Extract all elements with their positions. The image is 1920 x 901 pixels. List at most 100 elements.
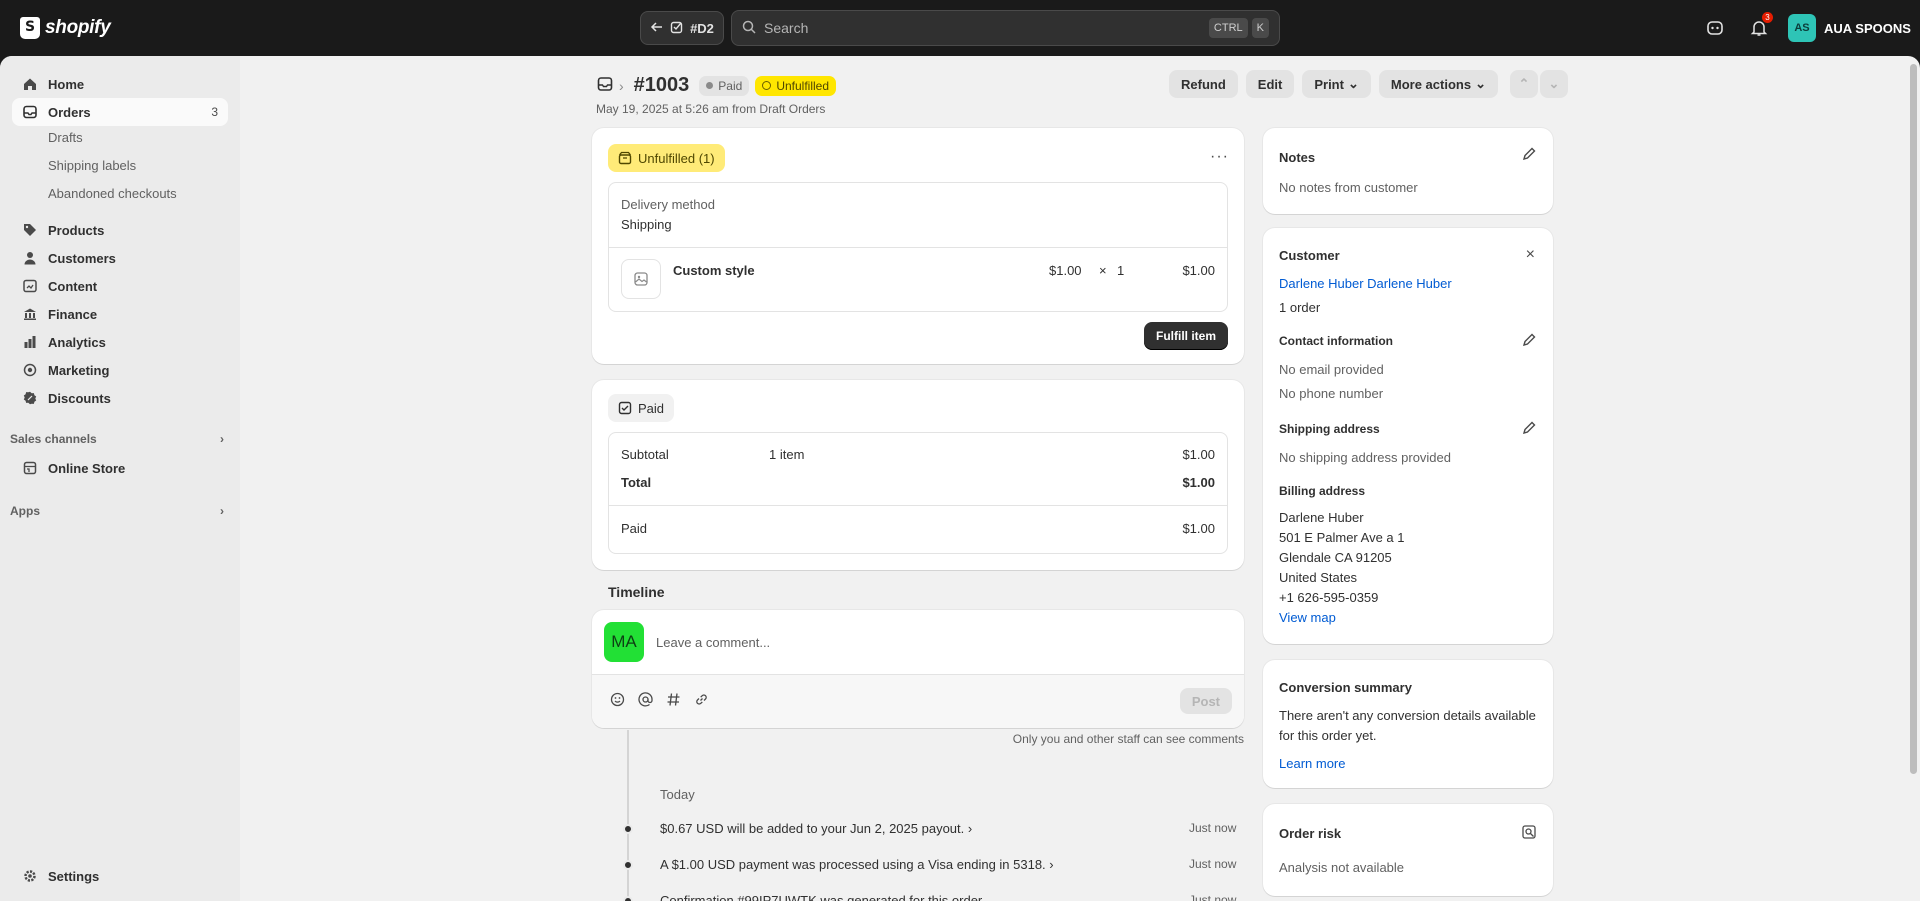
- timeline-event[interactable]: $0.67 USD will be added to your Jun 2, 2…: [660, 821, 972, 836]
- sidebar-subitem-drafts[interactable]: Drafts: [48, 130, 83, 145]
- billing-line: Darlene Huber: [1279, 510, 1364, 525]
- sidekick-icon[interactable]: [1703, 16, 1727, 40]
- sidebar-item-orders[interactable]: Orders 3: [12, 98, 228, 126]
- sidebar-item-label: Finance: [48, 306, 98, 322]
- timeline-event-time: Just now: [1189, 893, 1237, 901]
- search-placeholder: Search: [764, 20, 809, 36]
- post-comment-button[interactable]: Post: [1179, 688, 1232, 714]
- orders-inbox-icon[interactable]: [597, 76, 613, 95]
- sidebar-item-online-store[interactable]: Online Store: [12, 454, 228, 482]
- payment-status-badge: Paid: [699, 75, 750, 96]
- print-button[interactable]: Print ⌄: [1302, 70, 1371, 98]
- shortcut-k: K: [1251, 18, 1269, 38]
- remove-customer-close-icon[interactable]: ×: [1526, 246, 1535, 264]
- timeline-event[interactable]: Confirmation #99IP7UWTK was generated fo…: [660, 893, 985, 901]
- hashtag-icon[interactable]: [666, 692, 681, 710]
- chevron-right-icon: ›: [220, 504, 224, 518]
- order-risk-card: Order risk Analysis not available: [1263, 804, 1553, 896]
- next-order-button[interactable]: ⌄: [1539, 70, 1568, 98]
- risk-analysis-icon[interactable]: [1521, 824, 1537, 840]
- sidebar-item-finance[interactable]: Finance: [12, 300, 228, 328]
- sidebar-item-products[interactable]: Products: [12, 216, 228, 244]
- billing-line: United States: [1279, 570, 1358, 585]
- bank-icon: [22, 306, 38, 322]
- search-icon: [742, 20, 756, 37]
- total-label: Total: [621, 475, 652, 490]
- sidebar-item-label: Online Store: [48, 460, 126, 476]
- edit-pencil-icon[interactable]: [1521, 146, 1537, 162]
- sidebar-item-content[interactable]: Content: [12, 272, 228, 300]
- total-value: $1.00: [1182, 475, 1215, 490]
- comment-input[interactable]: Leave a comment...: [656, 635, 770, 650]
- staff-avatar: MA: [604, 622, 644, 662]
- content-icon: [22, 278, 38, 294]
- back-label: #D2: [690, 20, 714, 36]
- line-item-quantity: 1: [1117, 263, 1125, 278]
- customer-name-link[interactable]: Darlene Huber Darlene Huber: [1279, 276, 1452, 291]
- sidebar: Home Orders 3 Drafts Shipping labels Aba…: [0, 56, 240, 901]
- back-to-draft-button[interactable]: #D2: [640, 11, 724, 45]
- timeline-day-label: Today: [660, 787, 695, 802]
- billing-address-title: Billing address: [1279, 484, 1366, 498]
- chevron-down-icon: ⌄: [1475, 76, 1486, 91]
- fulfill-item-button[interactable]: Fulfill item: [1144, 322, 1228, 350]
- edit-pencil-icon[interactable]: [1521, 420, 1537, 436]
- sidebar-item-discounts[interactable]: Discounts: [12, 384, 228, 412]
- sidebar-item-label: Marketing: [48, 362, 110, 378]
- delivery-method-label: Delivery method: [621, 197, 715, 212]
- sidebar-item-customers[interactable]: Customers: [12, 244, 228, 272]
- line-item-total: $1.00: [1182, 263, 1215, 278]
- sidebar-item-settings[interactable]: Settings: [12, 862, 228, 890]
- learn-more-link[interactable]: Learn more: [1279, 756, 1345, 771]
- sidebar-subitem-shipping-labels[interactable]: Shipping labels: [48, 158, 136, 173]
- sidebar-item-analytics[interactable]: Analytics: [12, 328, 228, 356]
- timeline-event-time: Just now: [1189, 821, 1237, 835]
- shortcut-ctrl: CTRL: [1208, 18, 1248, 38]
- brand-name: shopify: [45, 17, 111, 38]
- line-item-multiplier: ×: [1099, 263, 1107, 278]
- breadcrumb-chevron-icon: ›: [619, 77, 624, 94]
- timeline-event-time: Just now: [1189, 857, 1237, 871]
- shipping-address-title: Shipping address: [1279, 422, 1380, 436]
- account-menu[interactable]: AS AUA SPOONS: [1788, 14, 1911, 42]
- product-image-placeholder-icon[interactable]: [621, 259, 661, 299]
- shopify-logo[interactable]: shopify: [20, 16, 111, 40]
- unfulfilled-card: Unfulfilled (1) ··· Delivery method Ship…: [592, 128, 1244, 364]
- scrollbar[interactable]: [1910, 64, 1917, 774]
- tag-icon: [22, 222, 38, 238]
- sidebar-item-label: Settings: [48, 868, 100, 884]
- sidebar-subitem-abandoned-checkouts[interactable]: Abandoned checkouts: [48, 186, 177, 201]
- refund-button[interactable]: Refund: [1169, 70, 1238, 98]
- emoji-icon[interactable]: [610, 692, 625, 710]
- home-icon: [22, 76, 38, 92]
- edit-button[interactable]: Edit: [1245, 70, 1295, 98]
- staff-visibility-note: Only you and other staff can see comment…: [1012, 732, 1244, 746]
- search-input[interactable]: Search CTRL K: [731, 10, 1280, 46]
- store-name: AUA SPOONS: [1824, 20, 1911, 36]
- previous-order-button[interactable]: ⌃: [1509, 70, 1538, 98]
- more-options-icon[interactable]: ···: [1210, 148, 1229, 166]
- sidebar-item-marketing[interactable]: Marketing: [12, 356, 228, 384]
- line-item-name[interactable]: Custom style: [673, 263, 755, 278]
- timeline-event-dot: [623, 896, 633, 901]
- delivery-method-value: Shipping: [621, 217, 672, 232]
- mention-icon[interactable]: [638, 692, 653, 710]
- more-actions-button[interactable]: More actions ⌄: [1378, 70, 1498, 98]
- chevron-down-icon: ⌄: [1548, 76, 1560, 91]
- edit-pencil-icon[interactable]: [1521, 332, 1537, 348]
- subtotal-value: $1.00: [1182, 447, 1215, 462]
- sales-channels-section[interactable]: Sales channels ›: [10, 432, 224, 446]
- order-risk-text: Analysis not available: [1279, 860, 1405, 875]
- chevron-up-icon: ⌃: [1518, 76, 1530, 91]
- timeline-event[interactable]: A $1.00 USD payment was processed using …: [660, 857, 1054, 872]
- conversion-text: There aren't any conversion details avai…: [1279, 708, 1536, 743]
- view-map-link[interactable]: View map: [1279, 610, 1336, 625]
- sidebar-item-home[interactable]: Home: [12, 70, 228, 98]
- apps-section[interactable]: Apps ›: [10, 504, 224, 518]
- timeline-title: Timeline: [608, 584, 665, 600]
- timeline-event-dot: [623, 860, 633, 870]
- notification-bell-icon[interactable]: 3: [1747, 12, 1773, 40]
- order-subtitle: May 19, 2025 at 5:26 am from Draft Order…: [596, 102, 826, 116]
- attachment-link-icon[interactable]: [694, 692, 709, 710]
- notes-text: No notes from customer: [1279, 180, 1418, 195]
